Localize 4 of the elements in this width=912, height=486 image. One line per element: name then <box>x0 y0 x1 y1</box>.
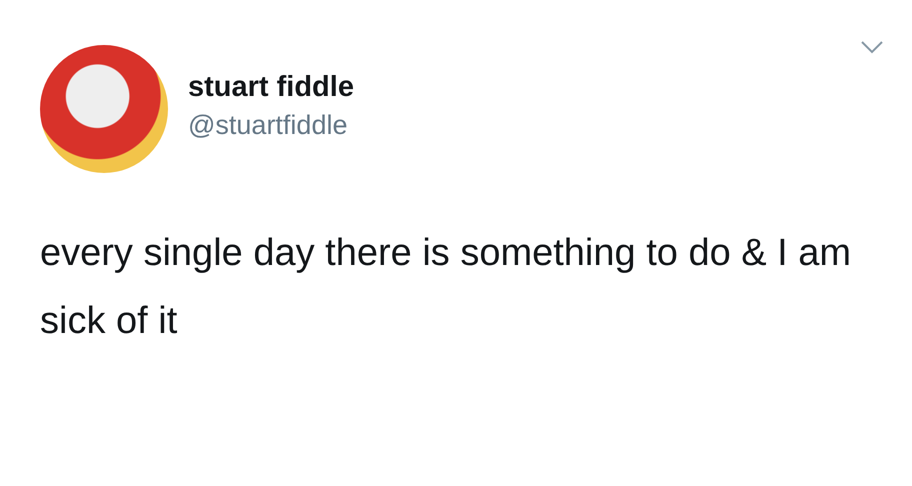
user-handle[interactable]: @stuartfiddle <box>188 110 840 141</box>
chevron-down-icon[interactable] <box>860 39 884 55</box>
tweet-text: every single day there is something to do & I am sick of it <box>40 231 852 344</box>
display-name[interactable]: stuart fiddle <box>188 71 840 104</box>
